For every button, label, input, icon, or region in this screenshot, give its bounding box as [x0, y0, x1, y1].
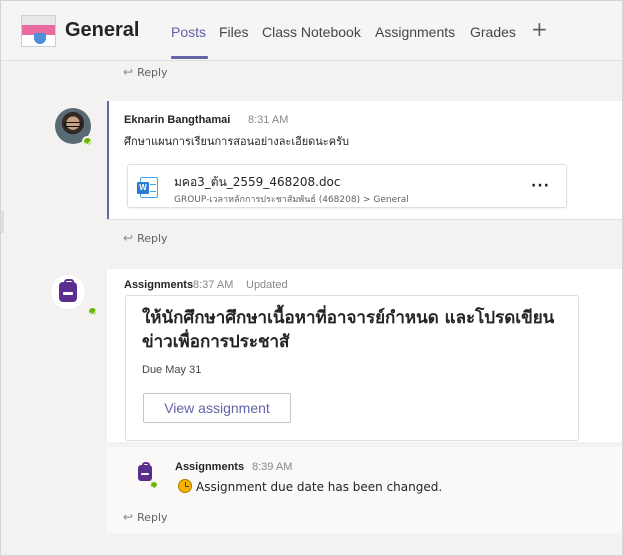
word-icon: W — [137, 177, 158, 198]
updated-label: Updated — [246, 279, 288, 291]
reply-label: Reply — [137, 511, 168, 524]
active-tab-indicator — [171, 56, 208, 59]
reply-arrow-icon: ↩ — [123, 231, 134, 245]
reply-button[interactable]: ↩ Reply — [123, 510, 168, 524]
view-assignment-button[interactable]: View assignment — [143, 393, 291, 423]
reply-label: Reply — [137, 66, 168, 79]
post-message: ศึกษาแผนการเรียนการสอนอย่างละเอียดนะครับ — [124, 135, 349, 148]
post-author[interactable]: Assignments — [124, 279, 193, 291]
reply-arrow-icon: ↩ — [123, 510, 134, 524]
presence-available-icon — [82, 136, 93, 147]
file-path: GROUP-เวลาหลักการประชาสัมพันธ์ (468208) … — [174, 195, 409, 205]
tab-grades[interactable]: Grades — [470, 24, 516, 40]
reply-label: Reply — [137, 232, 168, 245]
assignments-bot-avatar[interactable] — [51, 275, 85, 309]
assignments-bag-icon — [59, 279, 77, 302]
post-author[interactable]: Eknarin Bangthamai — [124, 114, 230, 126]
assignment-card: ให้นักศึกษาศึกษาเนื้อหาที่อาจารย์กำหนด แ… — [125, 295, 579, 441]
footer-band — [1, 539, 622, 555]
post-time: 8:39 AM — [252, 461, 293, 473]
more-options-icon[interactable]: ··· — [531, 178, 550, 194]
add-tab-icon[interactable]: + — [531, 19, 548, 39]
presence-available-icon — [87, 306, 98, 317]
assignments-bag-icon — [138, 462, 152, 481]
divider — [107, 219, 622, 220]
tab-assignments[interactable]: Assignments — [375, 24, 455, 40]
assignment-title: ให้นักศึกษาศึกษาเนื้อหาที่อาจารย์กำหนด แ… — [142, 308, 555, 352]
reply-button[interactable]: ↩ Reply — [123, 231, 168, 245]
file-attachment[interactable]: W มคอ3_ต้น_2559_468208.doc GROUP-เวลาหลั… — [127, 164, 567, 208]
channel-header: General Posts Files Class Notebook Assig… — [1, 1, 622, 61]
presence-available-icon — [149, 480, 159, 490]
teams-channel-window: General Posts Files Class Notebook Assig… — [0, 0, 623, 556]
post-author[interactable]: Assignments — [175, 461, 244, 473]
channel-name: General — [65, 19, 140, 41]
post-message: Assignment due date has been changed. — [196, 480, 443, 494]
post-time: 8:31 AM — [248, 114, 289, 126]
post-time: 8:37 AM — [193, 279, 234, 291]
clock-icon — [178, 479, 192, 493]
reply-arrow-icon: ↩ — [123, 65, 134, 79]
tab-posts[interactable]: Posts — [171, 24, 206, 40]
due-date: Due May 31 — [142, 364, 202, 376]
file-name: มคอ3_ต้น_2559_468208.doc — [174, 175, 341, 189]
divider — [1, 211, 4, 233]
team-logo[interactable] — [21, 15, 56, 47]
tab-class-notebook[interactable]: Class Notebook — [262, 24, 361, 40]
tab-files[interactable]: Files — [219, 24, 249, 40]
reply-button[interactable]: ↩ Reply — [123, 65, 168, 79]
